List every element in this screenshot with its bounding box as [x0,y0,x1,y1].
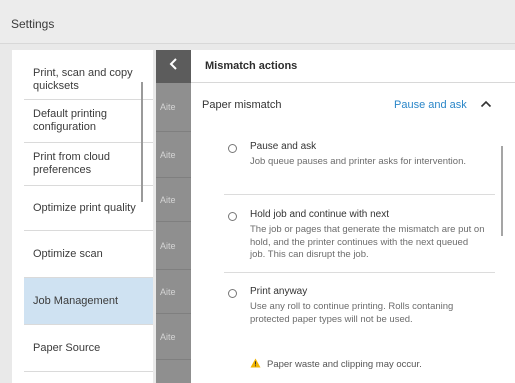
sidebar-item-label: Print from cloud preferences [33,151,111,176]
sidebar-item-optimize-print-quality[interactable]: Optimize print quality [24,186,153,231]
submenu-item[interactable]: Aite [156,222,191,270]
sidebar-item-default-printing[interactable]: Default printing configuration [24,100,153,143]
sidebar-item-quicksets[interactable]: Print, scan and copy quicksets [24,60,153,100]
submenu-item[interactable]: Aite [156,132,191,178]
settings-sidebar: Print, scan and copy quicksets Default p… [12,50,153,383]
submenu-item[interactable]: Aite [156,314,191,360]
paper-mismatch-header[interactable]: Paper mismatch Pause and ask [191,83,511,125]
page-title: Settings [11,17,55,31]
title-bar: Settings [0,0,515,44]
option-title: Hold job and continue with next [250,209,389,220]
submenu-item[interactable]: Aite [156,270,191,314]
chevron-left-icon [169,57,179,76]
sidebar-item-label: Paper Source [33,341,101,354]
option-print-anyway[interactable]: Print anyway Use any roll to continue pr… [191,286,511,346]
sidebar-item-label: Optimize print quality [33,201,136,214]
option-hold-job[interactable]: Hold job and continue with next The job … [191,209,511,269]
radio-button[interactable] [228,289,237,298]
sidebar-item-optimize-scan[interactable]: Optimize scan [24,231,153,278]
divider [224,194,495,195]
submenu-item-label: Aite [160,286,176,297]
warning-icon [250,355,261,373]
radio-button[interactable] [228,212,237,221]
option-description: Use any roll to continue printing. Rolls… [250,301,454,325]
sidebar-item-job-management[interactable]: Job Management [24,278,153,325]
divider [224,272,495,273]
paper-mismatch-value: Pause and ask [394,99,467,111]
submenu-item-label: Aite [160,149,176,160]
sidebar-item-label: Optimize scan [33,247,103,260]
submenu-item-label: Aite [160,331,176,342]
sidebar-scrollbar[interactable] [141,82,143,202]
submenu-item-label: Aite [160,102,176,112]
option-description: Job queue pauses and printer asks for in… [250,156,466,167]
option-title: Print anyway [250,286,308,297]
option-title: Pause and ask [250,141,317,152]
mismatch-actions-panel: Mismatch actions Paper mismatch Pause an… [191,50,515,383]
submenu-strip: Aite Aite Aite Aite Aite Aite [156,50,191,383]
radio-button[interactable] [228,144,237,153]
sidebar-item-cloud-preferences[interactable]: Print from cloud preferences [24,143,153,186]
back-button[interactable] [156,50,191,83]
panel-title: Mismatch actions [191,50,515,83]
paper-mismatch-label: Paper mismatch [202,99,282,111]
warning-text: Paper waste and clipping may occur. [267,358,422,370]
warning-message: Paper waste and clipping may occur. [250,355,422,373]
sidebar-item-label: Default printing configuration [33,108,107,133]
submenu-item-label: Aite [160,194,176,205]
submenu-item-label: Aite [160,240,176,251]
option-description: The job or pages that generate the misma… [250,224,485,260]
sidebar-item-paper-source[interactable]: Paper Source [24,325,153,372]
sidebar-item-label: Job Management [33,294,118,307]
sidebar-item-label: Print, scan and copy quicksets [33,66,133,92]
chevron-up-icon[interactable] [480,97,492,109]
submenu-item[interactable]: Aite [156,178,191,222]
submenu-item[interactable]: Aite [156,83,191,132]
option-pause-and-ask[interactable]: Pause and ask Job queue pauses and print… [191,141,511,185]
